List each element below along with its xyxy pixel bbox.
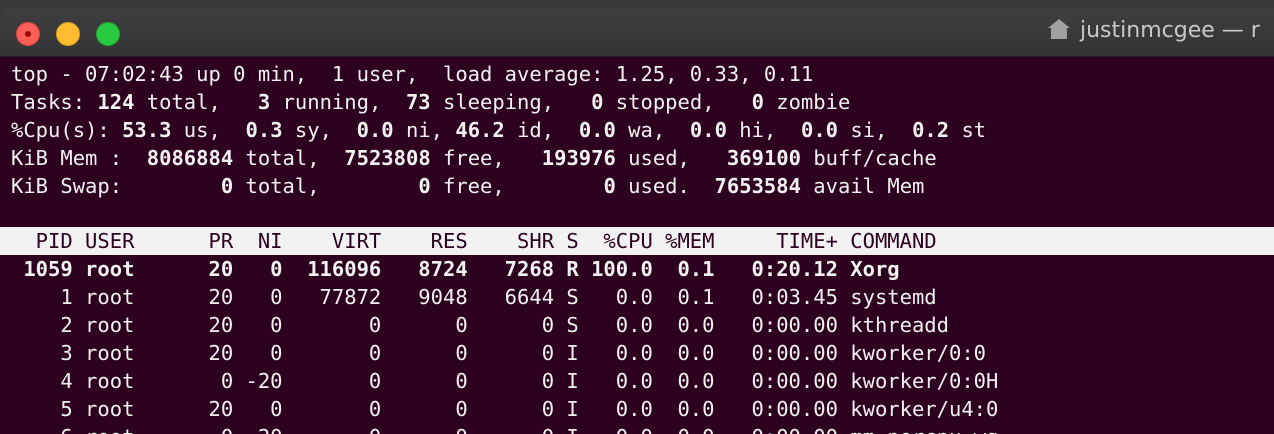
zoom-button[interactable] [96, 22, 120, 46]
close-button[interactable] [16, 22, 40, 46]
table-row: 1059 root 20 0 116096 8724 7268 R 100.0 … [11, 257, 900, 281]
table-row: 4 root 0 -20 0 0 0 I 0.0 0.0 0:00.00 kwo… [11, 369, 999, 393]
process-table-header: PID USER PR NI VIRT RES SHR S %CPU %MEM … [0, 227, 1274, 255]
process-table: 1059 root 20 0 116096 8724 7268 R 100.0 … [11, 255, 998, 434]
table-row: 6 root 0 -20 0 0 0 I 0.0 0.0 0:00.00 mm_… [11, 423, 998, 434]
uptime-line: top - 07:02:43 up 0 min, 1 user, load av… [11, 62, 814, 86]
minimize-button[interactable] [56, 22, 80, 46]
table-row: 1 root 20 0 77872 9048 6644 S 0.0 0.1 0:… [11, 285, 937, 309]
home-icon [1048, 19, 1070, 39]
window-title: justinmcgee — r [1048, 18, 1260, 43]
top-summary: top - 07:02:43 up 0 min, 1 user, load av… [11, 60, 986, 200]
terminal-window: justinmcgee — r top - 07:02:43 up 0 min,… [0, 8, 1274, 434]
swap-line: KiB Swap: 0 total, 0 free, 0 used. 76535… [11, 174, 925, 198]
table-row: 3 root 20 0 0 0 0 I 0.0 0.0 0:00.00 kwor… [11, 341, 987, 365]
mem-line: KiB Mem : 8086884 total, 7523808 free, 1… [11, 146, 937, 170]
table-row: 2 root 20 0 0 0 0 S 0.0 0.0 0:00.00 kthr… [11, 313, 949, 337]
window-title-text: justinmcgee — r [1080, 18, 1260, 43]
column-headers: PID USER PR NI VIRT RES SHR S %CPU %MEM … [11, 229, 937, 253]
tasks-line: Tasks: 124 total, 3 running, 73 sleeping… [11, 90, 851, 114]
title-bar[interactable]: justinmcgee — r [0, 8, 1274, 57]
table-row: 5 root 20 0 0 0 0 I 0.0 0.0 0:00.00 kwor… [11, 397, 999, 421]
cpu-line: %Cpu(s): 53.3 us, 0.3 sy, 0.0 ni, 46.2 i… [11, 118, 987, 142]
